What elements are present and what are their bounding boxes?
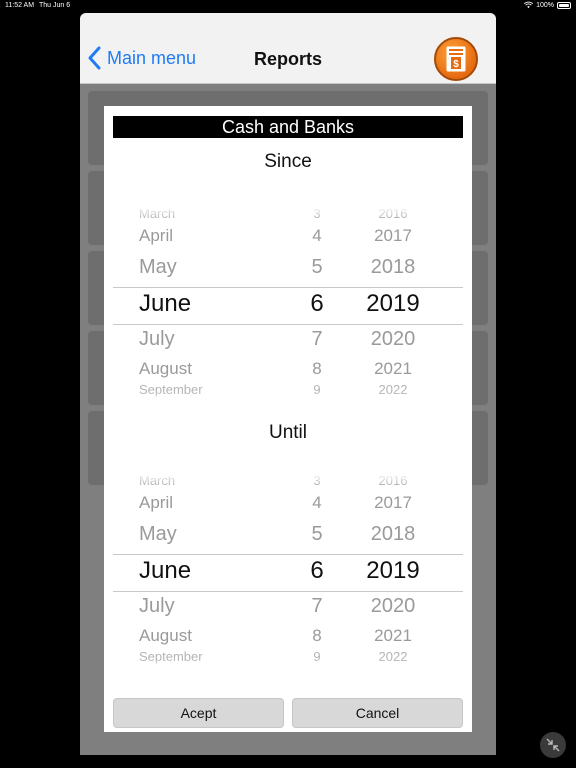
shrink-button[interactable] xyxy=(540,732,566,758)
accept-button[interactable]: Acept xyxy=(113,698,284,728)
picker-year-option[interactable]: 2019 xyxy=(357,557,429,585)
picker-month-option[interactable]: July xyxy=(139,595,299,618)
status-right: 100% xyxy=(524,1,571,9)
picker-year-option[interactable]: 2017 xyxy=(357,226,429,246)
battery-percent: 100% xyxy=(536,1,554,9)
picker-fade-top xyxy=(113,473,463,485)
picker-month-option[interactable]: April xyxy=(139,226,299,246)
cancel-button[interactable]: Cancel xyxy=(292,698,463,728)
wifi-icon xyxy=(524,1,534,9)
until-label: Until xyxy=(268,422,307,443)
collapse-arrows-icon xyxy=(546,738,560,752)
picker-fade-bottom xyxy=(113,392,463,404)
report-button[interactable]: $ xyxy=(434,37,478,81)
picker-month-option[interactable]: June xyxy=(139,290,299,318)
status-bar: 11:52 AM Thu Jun 6 100% xyxy=(0,0,576,12)
picker-year-option[interactable]: 2020 xyxy=(357,328,429,351)
since-date-picker[interactable]: MarchAprilMayJuneJulyAugustSeptember3456… xyxy=(113,206,463,404)
since-label: Since xyxy=(264,151,312,172)
picker-month-option[interactable]: August xyxy=(139,359,299,379)
picker-month-option[interactable]: July xyxy=(139,328,299,351)
picker-day-option[interactable]: 8 xyxy=(293,626,341,646)
picker-month-option[interactable]: May xyxy=(139,523,299,546)
picker-fade-bottom xyxy=(113,659,463,671)
picker-year-option[interactable]: 2021 xyxy=(357,359,429,379)
picker-month-option[interactable]: May xyxy=(139,256,299,279)
picker-fade-top xyxy=(113,206,463,218)
picker-month-option[interactable]: August xyxy=(139,626,299,646)
picker-day-option[interactable]: 7 xyxy=(293,328,341,351)
picker-day-option[interactable]: 6 xyxy=(293,557,341,585)
report-document-dollar-icon: $ xyxy=(446,46,466,72)
date-range-dialog: Cash and Banks Since MarchAprilMayJuneJu… xyxy=(104,106,472,732)
battery-icon xyxy=(557,1,571,9)
picker-day-option[interactable]: 5 xyxy=(293,523,341,546)
picker-day-option[interactable]: 4 xyxy=(293,493,341,513)
picker-year-option[interactable]: 2018 xyxy=(357,523,429,546)
status-date: Thu Jun 6 xyxy=(39,2,71,9)
picker-day-option[interactable]: 8 xyxy=(293,359,341,379)
picker-year-option[interactable]: 2020 xyxy=(357,595,429,618)
until-date-picker[interactable]: MarchAprilMayJuneJulyAugustSeptember3456… xyxy=(113,473,463,671)
picker-day-option[interactable]: 4 xyxy=(293,226,341,246)
svg-text:$: $ xyxy=(453,59,459,70)
dialog-title: Cash and Banks xyxy=(113,116,463,138)
navigation-bar: Main menu Reports $ xyxy=(80,13,496,84)
picker-month-option[interactable]: April xyxy=(139,493,299,513)
picker-year-option[interactable]: 2021 xyxy=(357,626,429,646)
picker-day-option[interactable]: 5 xyxy=(293,256,341,279)
picker-day-option[interactable]: 7 xyxy=(293,595,341,618)
picker-month-option[interactable]: June xyxy=(139,557,299,585)
status-time: 11:52 AM xyxy=(5,2,35,9)
picker-day-option[interactable]: 6 xyxy=(293,290,341,318)
picker-year-option[interactable]: 2019 xyxy=(357,290,429,318)
picker-year-option[interactable]: 2017 xyxy=(357,493,429,513)
picker-year-option[interactable]: 2018 xyxy=(357,256,429,279)
